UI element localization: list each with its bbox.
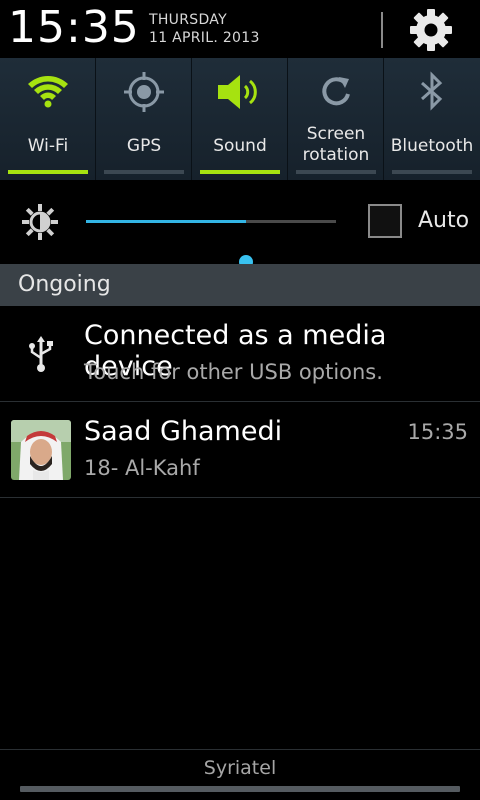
toggle-gps[interactable]: GPS	[96, 58, 192, 180]
toggle-label-sound: Sound	[213, 136, 267, 156]
toggle-indicator-gps	[104, 170, 184, 174]
weekday-label: THURSDAY	[149, 12, 227, 28]
usb-icon	[26, 334, 56, 374]
gps-icon	[120, 70, 168, 114]
wifi-icon	[24, 70, 72, 114]
toggle-indicator-rotation	[296, 170, 376, 174]
ongoing-section-header: Ongoing	[0, 264, 480, 306]
quick-settings-toggles: Wi-Fi GPS Sound Screen rotation Bluetoot…	[0, 58, 480, 180]
toggle-sound[interactable]: Sound	[192, 58, 288, 180]
bluetooth-icon	[408, 70, 456, 114]
brightness-slider[interactable]	[86, 220, 336, 269]
toggle-label-gps: GPS	[126, 136, 162, 156]
toggle-wifi[interactable]: Wi-Fi	[0, 58, 96, 180]
status-header: 15:35 THURSDAY 11 APRIL. 2013	[0, 0, 480, 58]
date-label: 11 APRIL. 2013	[149, 30, 260, 46]
avatar	[11, 420, 71, 480]
notification-subtitle: Touch for other USB options.	[84, 360, 383, 384]
toggle-bluetooth[interactable]: Bluetooth	[384, 58, 480, 180]
toggle-label-screen-rotation: Screen rotation	[288, 124, 384, 166]
toggle-screen-rotation[interactable]: Screen rotation	[288, 58, 384, 180]
toggle-label-line1: Screen	[306, 124, 366, 144]
ongoing-label: Ongoing	[18, 272, 111, 297]
toggle-label-bluetooth: Bluetooth	[390, 136, 474, 156]
auto-brightness-checkbox[interactable]	[368, 204, 402, 238]
notification-title: Saad Ghamedi	[84, 416, 283, 447]
rotation-icon	[312, 70, 360, 114]
toggle-indicator-wifi	[8, 170, 88, 174]
notification-usb[interactable]: Connected as a media device Touch for ot…	[0, 306, 480, 402]
toggle-indicator-bluetooth	[392, 170, 472, 174]
toggle-label-wifi: Wi-Fi	[27, 136, 69, 156]
toggle-indicator-sound	[200, 170, 280, 174]
notification-time: 15:35	[407, 420, 468, 444]
brightness-row: Auto	[0, 180, 480, 269]
notification-subtitle: 18- Al-Kahf	[84, 456, 200, 480]
brightness-slider-fill	[86, 220, 246, 223]
toggle-label-line2: rotation	[302, 145, 370, 165]
notification-media[interactable]: Saad Ghamedi 15:35 18- Al-Kahf	[0, 402, 480, 498]
auto-brightness-label: Auto	[418, 208, 470, 233]
gear-icon[interactable]	[408, 7, 454, 53]
clock-time: 15:35	[8, 2, 140, 53]
drag-handle[interactable]	[20, 786, 460, 792]
brightness-icon	[20, 202, 60, 242]
carrier-label: Syriatel	[203, 757, 277, 779]
header-divider	[381, 12, 383, 48]
sound-icon	[216, 70, 264, 114]
footer-divider	[0, 749, 480, 750]
